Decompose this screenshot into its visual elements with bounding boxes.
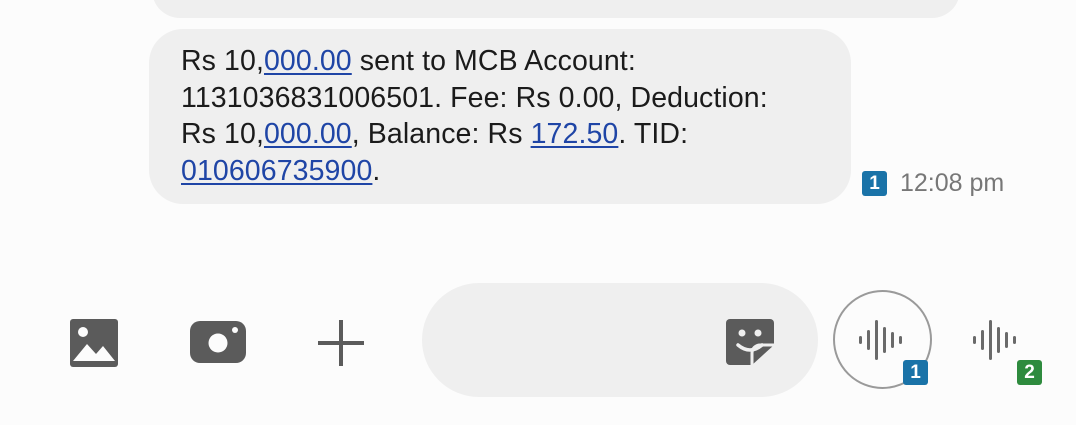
- message-line-4: 010606735900.: [181, 153, 831, 190]
- message-text: Rs 10,000.00 sent to MCB Account: 113103…: [181, 43, 831, 189]
- sticker-icon: [726, 319, 774, 365]
- voice-wave-icon: [973, 320, 1016, 360]
- add-button[interactable]: [310, 312, 372, 374]
- message-line-1: Rs 10,000.00 sent to MCB Account:: [181, 43, 831, 80]
- message-time: 12:08 pm: [900, 168, 1005, 197]
- sticker-button[interactable]: [720, 316, 780, 368]
- amount-link[interactable]: 000.00: [264, 118, 352, 150]
- message-line-2: 1131036831006501. Fee: Rs 0.00, Deductio…: [181, 81, 768, 114]
- conversation-screen: Rs 10,000.00 sent to MCB Account: 113103…: [0, 0, 1076, 425]
- sim-2-badge-icon: 2: [1017, 360, 1042, 385]
- plus-icon: [318, 320, 364, 366]
- text-segment: , Balance: Rs: [351, 118, 531, 150]
- image-icon: [70, 319, 118, 367]
- text-segment: .: [372, 154, 381, 187]
- text-segment: Rs 10,: [181, 118, 264, 150]
- balance-link[interactable]: 172.50: [531, 118, 619, 150]
- message-input[interactable]: [422, 283, 818, 397]
- previous-message-bubble[interactable]: [152, 0, 960, 18]
- sim-1-badge-icon: 1: [903, 360, 928, 385]
- tid-link[interactable]: 010606735900: [181, 155, 372, 187]
- message-meta: 1 12:08 pm: [862, 168, 1004, 198]
- sim-1-badge-icon: 1: [862, 170, 887, 196]
- amount-link[interactable]: 000.00: [264, 45, 352, 77]
- voice-wave-icon: [859, 320, 902, 360]
- gallery-button[interactable]: [62, 311, 126, 375]
- text-segment: sent to MCB Account:: [351, 45, 636, 77]
- text-segment: Rs 10,: [181, 45, 264, 77]
- message-bubble[interactable]: Rs 10,000.00 sent to MCB Account: 113103…: [149, 29, 851, 204]
- text-segment: . TID:: [618, 118, 689, 150]
- camera-icon: [190, 321, 246, 363]
- message-line-3: Rs 10,000.00, Balance: Rs 172.50. TID:: [181, 116, 831, 153]
- camera-button[interactable]: [185, 313, 251, 371]
